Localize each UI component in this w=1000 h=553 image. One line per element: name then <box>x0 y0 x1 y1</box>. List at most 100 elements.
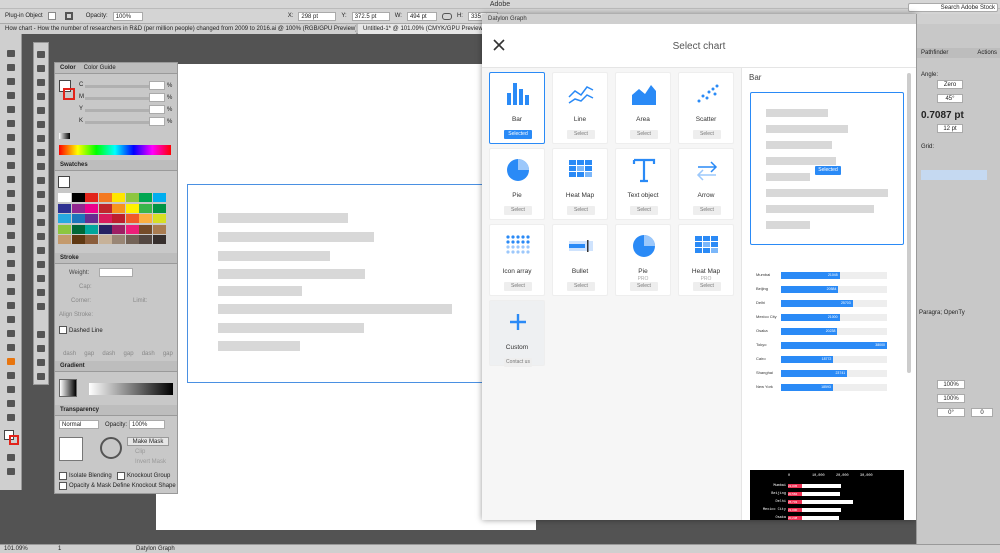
swatch[interactable] <box>152 235 166 244</box>
swatch[interactable] <box>112 224 125 234</box>
make-mask-button[interactable]: Make Mask <box>127 437 169 446</box>
tracking-field[interactable]: 0 <box>971 408 993 417</box>
artboard-tool-icon[interactable] <box>7 372 15 379</box>
scale-field[interactable]: 100% <box>937 394 965 403</box>
paragraph-opentype-tabs[interactable]: Paragra; OpenTy <box>919 310 965 316</box>
rotation-field[interactable]: 0° <box>937 408 965 417</box>
swatch[interactable] <box>112 235 125 244</box>
channel-m-field[interactable] <box>149 93 165 102</box>
swatch[interactable] <box>71 235 85 244</box>
placeholder-chart-object[interactable] <box>187 184 487 383</box>
wrinkle-tool-icon[interactable] <box>37 303 45 310</box>
symbol-shifter-tool-icon[interactable] <box>37 345 45 352</box>
knife-tool-icon[interactable] <box>37 135 45 142</box>
knockout-group-checkbox[interactable] <box>117 472 125 480</box>
color-swatches-row[interactable] <box>59 133 169 139</box>
chart-card-icon-array[interactable]: Icon array Select <box>489 224 545 296</box>
gradient-swatch[interactable] <box>59 379 77 397</box>
swatch[interactable] <box>139 224 152 234</box>
invert-mask-checkbox[interactable]: Invert Mask <box>135 459 166 465</box>
eraser-tool-icon[interactable] <box>7 190 15 197</box>
scallop-tool-icon[interactable] <box>37 275 45 282</box>
shape-builder-tool-icon[interactable] <box>7 260 15 267</box>
swatch[interactable] <box>98 235 112 244</box>
free-transform-tool-icon[interactable] <box>7 246 15 253</box>
scale-tool-icon[interactable] <box>7 218 15 225</box>
card-select-button[interactable]: Select <box>504 282 532 291</box>
channel-y-field[interactable] <box>149 105 165 114</box>
stroke-color-icon[interactable] <box>9 435 19 445</box>
chart-card-pie[interactable]: Pie PRO Select <box>615 224 671 296</box>
swatch[interactable] <box>98 224 112 234</box>
swatch[interactable] <box>139 235 152 244</box>
line-tool-icon[interactable] <box>7 134 15 141</box>
card-select-button[interactable]: Select <box>693 206 721 215</box>
tab-pathfinder[interactable]: Pathfinder <box>921 48 948 58</box>
card-select-button[interactable]: Select <box>693 130 721 139</box>
rotate-tool-icon[interactable] <box>7 204 15 211</box>
chart-card-scatter[interactable]: Scatter Select <box>678 72 734 144</box>
card-select-button[interactable]: Select <box>567 130 595 139</box>
swatch[interactable] <box>58 224 71 234</box>
swatch[interactable] <box>152 203 166 213</box>
bloat-tool-icon[interactable] <box>37 261 45 268</box>
type-tool-icon[interactable] <box>7 120 15 127</box>
swatch[interactable] <box>71 203 85 213</box>
layer-row-selected[interactable] <box>921 170 987 180</box>
pencil-tool-icon[interactable] <box>37 79 45 86</box>
swatch[interactable] <box>71 224 85 234</box>
eyedropper-tool-icon[interactable] <box>7 316 15 323</box>
card-select-button[interactable]: Select <box>630 282 658 291</box>
fill-swatch[interactable] <box>47 12 56 20</box>
curvature-tool-icon[interactable] <box>7 106 15 113</box>
smooth-tool-icon[interactable] <box>37 93 45 100</box>
tab-color[interactable]: Color <box>60 63 76 73</box>
magic-wand-tool-icon[interactable] <box>7 78 15 85</box>
channel-k-field[interactable] <box>149 117 165 126</box>
scale-tool-icon[interactable] <box>37 177 45 184</box>
eraser-tool-icon[interactable] <box>37 107 45 114</box>
swatch[interactable] <box>139 193 152 202</box>
angle-field[interactable]: 45° <box>937 94 963 103</box>
swatch[interactable] <box>125 235 139 244</box>
card-select-button[interactable]: Select <box>630 206 658 215</box>
gradient-tool-icon[interactable] <box>7 302 15 309</box>
chart-card-line[interactable]: Line Select <box>552 72 608 144</box>
swatch[interactable] <box>85 224 98 234</box>
swatch[interactable] <box>58 214 71 223</box>
doc-tab-chart[interactable]: How chart - How the number of researcher… <box>0 24 356 34</box>
y-field[interactable]: 372.5 pt <box>351 11 390 21</box>
warp-tool-icon[interactable] <box>37 219 45 226</box>
reshape-tool-icon[interactable] <box>37 205 45 212</box>
zero-button[interactable]: Zero <box>937 80 963 89</box>
swatch[interactable] <box>152 193 166 202</box>
swatch[interactable] <box>85 203 98 213</box>
stock-search-input[interactable]: Search Adobe Stock <box>908 3 998 12</box>
swatch[interactable] <box>85 193 98 202</box>
width-tool-icon[interactable] <box>7 232 15 239</box>
swatch-fill-icon[interactable] <box>58 176 70 188</box>
draw-mode-icon[interactable] <box>7 454 15 461</box>
pen-tool-icon[interactable] <box>7 92 15 99</box>
perspective-grid-tool-icon[interactable] <box>7 274 15 281</box>
scissors-tool-icon[interactable] <box>37 121 45 128</box>
blend-tool-icon[interactable] <box>7 330 15 337</box>
scale-field[interactable]: 100% <box>937 380 965 389</box>
card-select-button[interactable]: Select <box>504 206 532 215</box>
swatch[interactable] <box>85 214 98 223</box>
channel-c-field[interactable] <box>149 81 165 90</box>
graph-tool-icon[interactable] <box>7 358 15 365</box>
swatch[interactable] <box>112 193 125 202</box>
chart-card-heat-map[interactable]: Heat Map Select <box>552 148 608 220</box>
mesh-tool-icon[interactable] <box>7 288 15 295</box>
link-icon[interactable] <box>441 12 452 20</box>
swatch[interactable] <box>71 214 85 223</box>
symbol-sizer-tool-icon[interactable] <box>37 373 45 380</box>
chart-card-pie[interactable]: Pie Select <box>489 148 545 220</box>
stroke-color-icon[interactable] <box>63 88 75 100</box>
swatch[interactable] <box>58 203 71 213</box>
dashed-line-checkbox[interactable] <box>59 326 67 334</box>
swatch[interactable] <box>85 235 98 244</box>
swatch[interactable] <box>125 203 139 213</box>
opacity-field[interactable]: 100% <box>112 11 143 21</box>
